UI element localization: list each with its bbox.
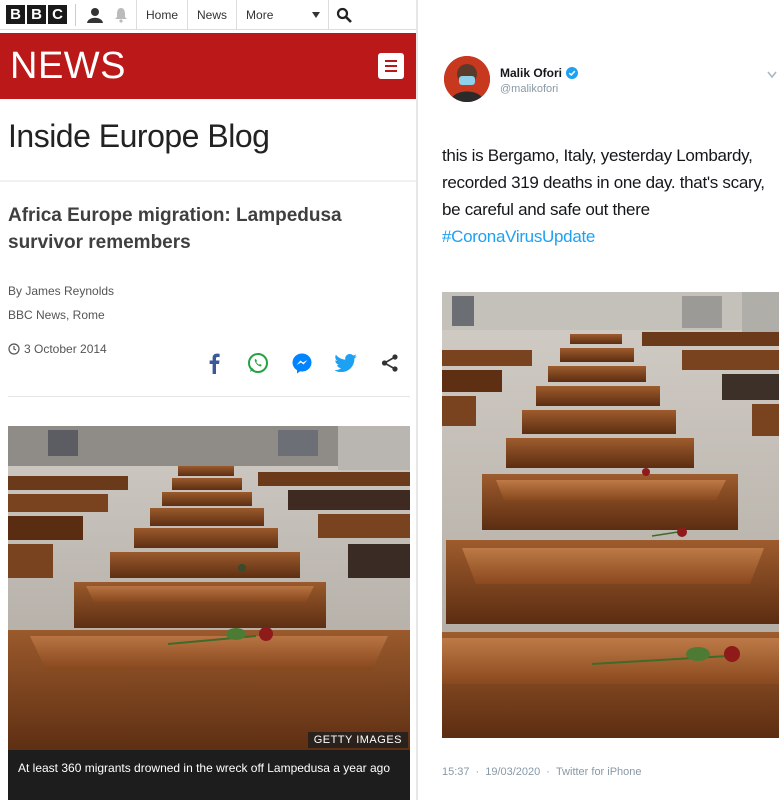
avatar-image [444,56,490,102]
nav-home[interactable]: Home [136,0,187,30]
article-headline: Africa Europe migration: Lampedusa survi… [8,205,342,253]
twitter-icon[interactable] [332,351,360,375]
messenger-icon[interactable] [288,351,316,375]
top-navigation: Home News More [136,0,358,30]
nav-news[interactable]: News [187,0,236,30]
share-icon[interactable] [376,351,404,375]
bell-icon[interactable] [110,4,132,26]
image-caption: At least 360 migrants drowned in the wre… [8,750,410,800]
tweet-author-name-text: Malik Ofori [500,66,563,80]
news-section-bar: NEWS [0,33,416,99]
search-button[interactable] [328,0,358,30]
bbc-logo-letter-b2: B [27,5,46,24]
chevron-down-icon[interactable] [767,66,777,84]
share-tools [200,351,404,375]
tweet-time: 15:37 [442,766,470,778]
article-photo-coffins [8,426,410,750]
bbc-news-screenshot: B B C Home News More NEWS Inside Europe … [0,0,418,800]
meta-separator: · [546,766,550,778]
image-credit: GETTY IMAGES [307,732,408,748]
nav-more-dropdown[interactable]: More [236,0,328,30]
search-icon [336,7,352,23]
tweet-text: this is Bergamo, Italy, yesterday Lombar… [442,142,778,250]
tweet-photo-coffins[interactable] [442,292,779,738]
whatsapp-icon[interactable] [244,351,272,375]
divider [8,396,410,397]
tweet-hashtag[interactable]: #CoronaVirusUpdate [442,227,595,246]
menu-button[interactable] [378,53,404,79]
caret-down-icon [312,11,321,18]
bbc-logo[interactable]: B B C [6,5,67,24]
meta-separator: · [475,766,480,778]
divider [75,3,76,26]
divider [0,180,416,182]
account-icon[interactable] [84,4,106,26]
article-date-line: 3 October 2014 [8,342,107,356]
section-title[interactable]: NEWS [10,45,126,88]
avatar[interactable] [444,56,490,102]
facebook-icon[interactable] [200,351,228,375]
tweet-author-name[interactable]: Malik Ofori [500,66,579,80]
tweet-date: 19/03/2020 [485,766,541,778]
tweet-metadata: 15:37 · 19/03/2020 · Twitter for iPhone [442,766,642,778]
tweet-author-handle[interactable]: @malikofori [500,83,558,95]
verified-icon [566,67,579,79]
hamburger-icon [385,60,397,62]
coffins-photo-image [442,292,779,738]
nav-more: More [246,7,274,22]
hamburger-icon-line [385,70,397,72]
bbc-logo-letter-b1: B [6,5,25,24]
coffins-photo-image [8,426,410,750]
tweet-body: this is Bergamo, Italy, yesterday Lombar… [442,146,765,219]
article-outlet: BBC News, Rome [8,308,105,322]
hamburger-icon-line [385,65,397,67]
clock-icon [8,343,20,355]
article-author: By James Reynolds [8,284,115,298]
tweet-source[interactable]: Twitter for iPhone [556,766,642,778]
blog-title: Inside Europe Blog [8,118,270,154]
tweet-screenshot: Malik Ofori @malikofori this is Bergamo,… [420,0,779,800]
bbc-logo-letter-c: C [48,5,67,24]
article-date: 3 October 2014 [24,342,107,356]
bbc-top-bar: B B C Home News More [0,0,416,30]
